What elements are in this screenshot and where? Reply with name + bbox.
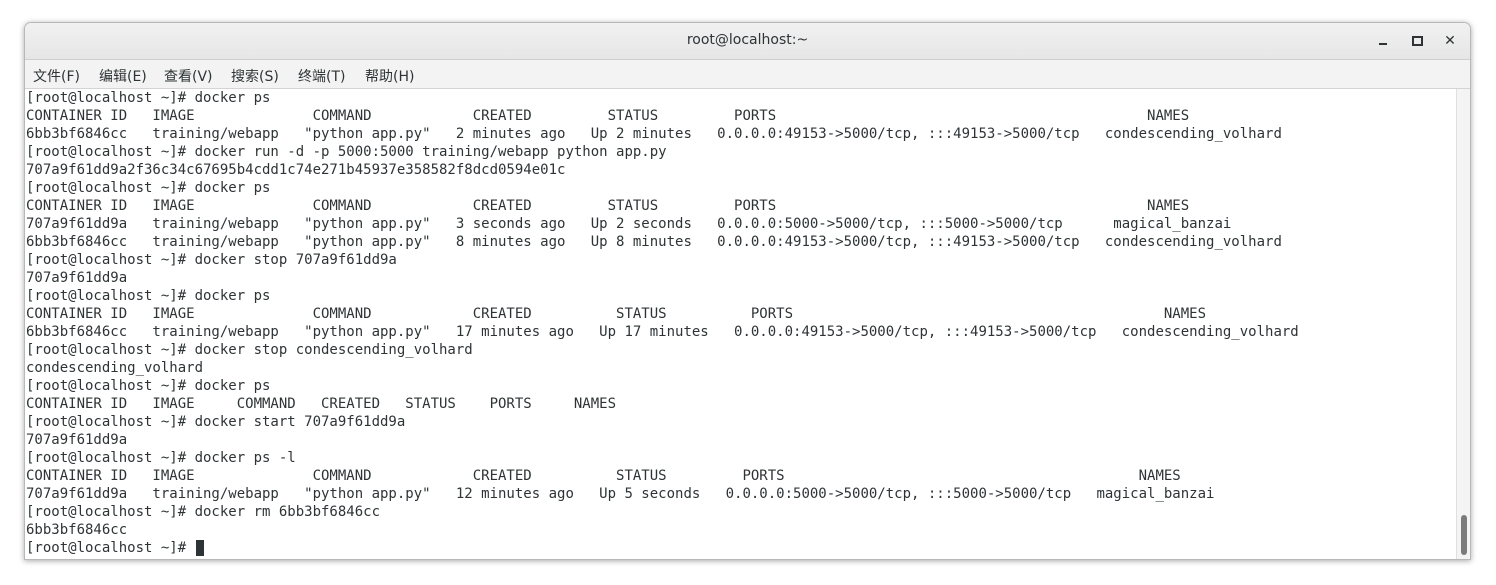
window-title: root@localhost:~ (686, 32, 809, 48)
terminal-line: 6bb3bf6846cc (26, 522, 128, 538)
menu-help[interactable]: 帮助(H) (365, 66, 414, 86)
title-bar[interactable]: root@localhost:~ ✕ (25, 23, 1470, 60)
terminal-line: [root@localhost ~]# docker stop condesce… (26, 342, 473, 358)
close-icon: ✕ (1444, 33, 1456, 49)
terminal-line: 707a9f61dd9a (26, 432, 128, 448)
menu-search[interactable]: 搜索(S) (231, 66, 279, 86)
terminal-line: [root@localhost ~]# docker ps (26, 378, 271, 394)
terminal-line: 707a9f61dd9a (26, 270, 128, 286)
minimize-icon (1379, 43, 1387, 45)
terminal-line: [root@localhost ~]# docker start 707a9f6… (26, 414, 406, 430)
terminal-line: [root@localhost ~]# docker ps (26, 180, 271, 196)
terminal-line: condescending_volhard (26, 360, 204, 376)
terminal-prompt-line[interactable]: [root@localhost ~]# (26, 539, 204, 557)
terminal-window: root@localhost:~ ✕ 文件(F) 编辑(E) 查看(V) 搜索(… (24, 22, 1471, 560)
menu-edit[interactable]: 编辑(E) (99, 66, 147, 86)
terminal-line: 707a9f61dd9a training/webapp "python app… (26, 216, 1232, 232)
terminal-line: 707a9f61dd9a2f36c34c67695b4cdd1c74e271b4… (26, 162, 566, 178)
terminal-line: [root@localhost ~]# docker rm 6bb3bf6846… (26, 504, 381, 520)
terminal-line: [root@localhost ~]# docker run -d -p 500… (26, 144, 667, 160)
menu-bar: 文件(F) 编辑(E) 查看(V) 搜索(S) 终端(T) 帮助(H) (25, 60, 1470, 89)
terminal-line: 6bb3bf6846cc training/webapp "python app… (26, 324, 1299, 340)
terminal-line: CONTAINER ID IMAGE COMMAND CREATED STATU… (26, 306, 1207, 322)
terminal-output[interactable]: [root@localhost ~]# docker ps CONTAINER … (25, 89, 1455, 559)
menu-view[interactable]: 查看(V) (164, 66, 213, 86)
terminal-line: 6bb3bf6846cc training/webapp "python app… (26, 126, 1282, 142)
menu-file[interactable]: 文件(F) (33, 66, 80, 86)
terminal-line: [root@localhost ~]# docker ps (26, 90, 271, 106)
terminal-line: CONTAINER ID IMAGE COMMAND CREATED STATU… (26, 198, 1190, 214)
terminal-line: 6bb3bf6846cc training/webapp "python app… (26, 234, 1282, 250)
terminal-line: CONTAINER ID IMAGE COMMAND CREATED STATU… (26, 468, 1181, 484)
text-cursor (195, 540, 204, 556)
scrollbar-thumb[interactable] (1461, 515, 1467, 555)
terminal-line: CONTAINER ID IMAGE COMMAND CREATED STATU… (26, 108, 1190, 124)
terminal-line: 707a9f61dd9a training/webapp "python app… (26, 486, 1215, 502)
menu-terminal[interactable]: 终端(T) (298, 66, 345, 86)
terminal-prompt: [root@localhost ~]# (26, 540, 195, 556)
terminal-line: [root@localhost ~]# docker stop 707a9f61… (26, 252, 397, 268)
minimize-button[interactable] (1372, 31, 1394, 51)
scrollbar[interactable] (1456, 89, 1470, 559)
terminal-line: CONTAINER ID IMAGE COMMAND CREATED STATU… (26, 396, 617, 412)
maximize-icon (1411, 36, 1423, 46)
terminal-line: [root@localhost ~]# docker ps -l (26, 450, 296, 466)
terminal-line: [root@localhost ~]# docker ps (26, 288, 271, 304)
close-button[interactable]: ✕ (1439, 31, 1461, 51)
maximize-button[interactable] (1406, 31, 1428, 51)
